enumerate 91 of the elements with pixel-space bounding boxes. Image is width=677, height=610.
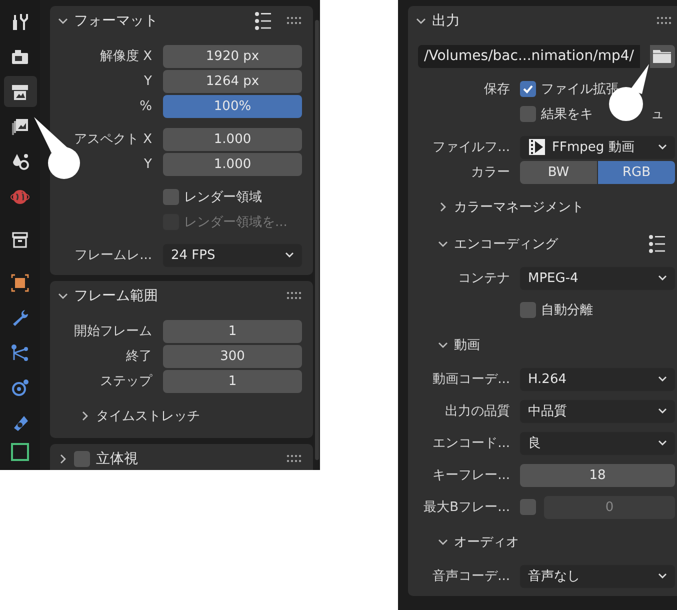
subpanel-title: 動画 <box>454 337 480 354</box>
chevron-down-icon <box>58 291 68 301</box>
field-label: 出力の品質 <box>444 403 510 420</box>
checkbox[interactable] <box>520 302 536 318</box>
field-label: 解像度 X <box>98 48 152 65</box>
number-field[interactable]: 1.000 <box>163 152 302 176</box>
scene-icon <box>10 152 30 172</box>
checkbox[interactable] <box>520 106 536 122</box>
number-field[interactable]: 1 <box>163 320 302 342</box>
chevron-down-icon <box>416 16 426 26</box>
subpanel-header[interactable]: タイムストレッチ <box>50 402 313 430</box>
subpanel-title: タイムストレッチ <box>96 408 200 425</box>
chevron-right-icon <box>80 411 90 421</box>
subpanel-title: カラーマネージメント <box>454 199 584 216</box>
drag-handle-icon <box>287 455 303 463</box>
field-label: 終了 <box>125 348 152 365</box>
field-label: % <box>138 98 152 114</box>
field-label: 動画コーデ... <box>432 371 510 388</box>
field-label: ファイルフ... <box>432 139 510 156</box>
subpanel-header[interactable]: エンコーディング <box>408 230 677 258</box>
folder-button[interactable] <box>650 44 675 68</box>
tool-icon <box>10 12 30 32</box>
field-label: エンコード... <box>432 435 510 452</box>
field-label: カラー <box>470 164 510 181</box>
chevron-down-icon <box>438 340 448 350</box>
data-icon <box>10 442 30 462</box>
chevron-right-icon <box>438 202 448 212</box>
number-field[interactable]: 18 <box>520 464 675 486</box>
checkbox-label: 自動分離 <box>541 302 593 319</box>
checkbox-label: 結果をキ <box>541 106 593 123</box>
subpanel-title: オーディオ <box>454 534 519 551</box>
physics-icon <box>10 378 30 398</box>
panel-header[interactable]: 出力 <box>416 12 460 30</box>
field-label: Y <box>143 156 152 172</box>
number-field[interactable]: 1.000 <box>163 128 302 150</box>
chevron-down-icon <box>438 239 448 249</box>
chevron-down-icon <box>438 537 448 547</box>
number-field[interactable]: 300 <box>163 344 302 368</box>
drag-handle-icon <box>656 17 673 25</box>
field-label: 最大Bフレー... <box>422 499 510 516</box>
dropdown[interactable]: MPEG-4 <box>520 266 675 290</box>
checkbox[interactable] <box>74 451 90 467</box>
subpanel-header[interactable]: オーディオ <box>408 528 677 556</box>
toggle-option[interactable]: RGB <box>598 160 675 184</box>
checkbox[interactable] <box>520 81 536 97</box>
field-label: キーフレー... <box>432 467 510 484</box>
dropdown[interactable]: 音声なし <box>520 564 675 588</box>
subpanel-header[interactable]: カラーマネージメント <box>408 193 677 221</box>
field-label: 開始フレーム <box>73 323 152 340</box>
panel-title: フォーマット <box>74 12 158 30</box>
number-field[interactable]: 1920 px <box>163 44 302 68</box>
checkbox-label: レンダー領域 <box>184 189 262 206</box>
field-label: Y <box>143 74 152 88</box>
drag-handle-icon <box>287 17 303 25</box>
panel-title: 出力 <box>432 12 460 30</box>
panel-header[interactable]: フレーム範囲 <box>58 287 158 305</box>
number-field[interactable]: 1 <box>163 370 302 392</box>
view-layer-icon <box>10 116 30 136</box>
particles-icon <box>10 342 30 362</box>
field-label: コンテナ <box>457 270 510 287</box>
field-label: アスペクト X <box>72 131 152 148</box>
drag-handle-icon <box>287 292 303 300</box>
dropdown[interactable]: 24 FPS <box>163 244 302 266</box>
number-field[interactable]: 1264 px <box>163 70 302 92</box>
field-label: 保存 <box>483 81 510 98</box>
subpanel-title: エンコーディング <box>454 236 558 253</box>
checkbox-label: ュ <box>651 106 664 123</box>
checkbox[interactable] <box>163 189 179 205</box>
subpanel-header[interactable]: 動画 <box>408 331 677 359</box>
field-label: 音声コーデ... <box>432 568 510 585</box>
checkbox-label: レンダー領域を... <box>184 214 288 231</box>
panel-title: フレーム範囲 <box>74 287 158 305</box>
field-label: ステップ <box>99 373 152 390</box>
panel-header[interactable]: 立体視 <box>58 450 138 468</box>
scrollbar[interactable] <box>315 20 319 460</box>
dropdown[interactable]: 良 <box>520 432 675 454</box>
panel-header[interactable]: フォーマット <box>58 12 158 30</box>
toggle-option[interactable]: BW <box>520 160 597 184</box>
field-label: フレームレ... <box>74 247 152 264</box>
dropdown[interactable]: 中品質 <box>520 400 675 422</box>
path-field[interactable]: /Volumes/bac...nimation/mp4/ <box>418 44 640 68</box>
object-icon <box>10 272 30 292</box>
dropdown[interactable]: H.264 <box>520 368 675 390</box>
collection-icon <box>10 230 30 250</box>
chevron-right-icon <box>58 454 68 464</box>
number-field[interactable]: 100% <box>163 94 302 118</box>
film-icon <box>528 138 546 156</box>
dropdown[interactable]: FFmpeg 動画 <box>520 136 675 158</box>
panel-title: 立体視 <box>96 450 138 468</box>
properties-tab[interactable] <box>4 76 36 107</box>
chevron-down-icon <box>58 16 68 26</box>
